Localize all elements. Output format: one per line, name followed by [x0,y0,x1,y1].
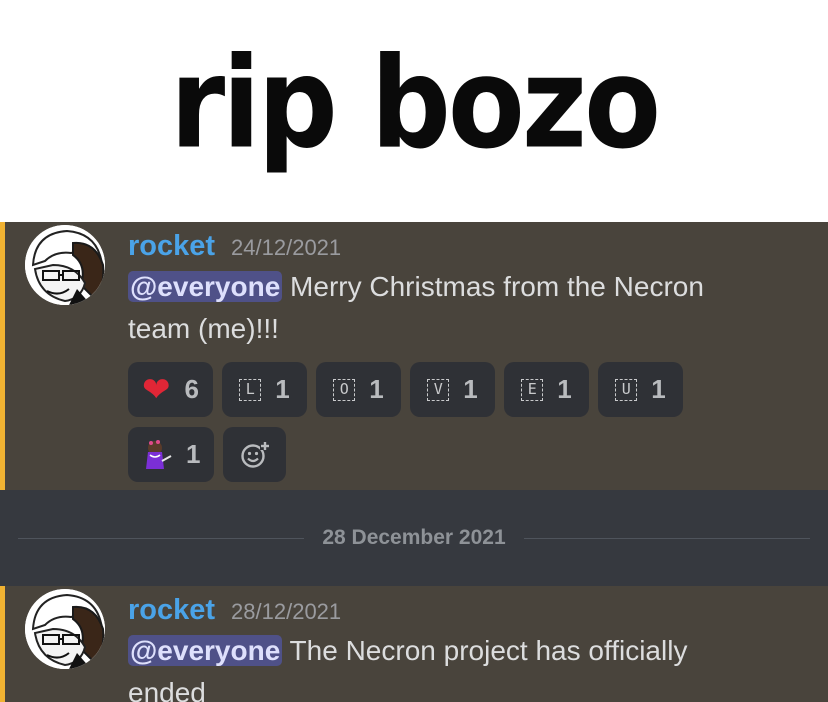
divider-line [523,538,810,539]
letter-l-icon: L [239,378,262,401]
date-divider: 28 December 2021 [18,526,810,550]
username[interactable]: rocket [128,230,215,263]
reaction-count: 1 [275,374,290,404]
message-content: @everyone Merry Christmas from the Necro… [128,266,768,350]
avatar[interactable] [25,589,105,669]
reaction-heart[interactable]: ❤ 6 [128,362,213,417]
message-highlighted[interactable]: rocket 24/12/2021 @everyone Merry Christ… [0,222,828,490]
date-divider-label: 28 December 2021 [304,526,524,550]
reaction-count: 1 [463,374,478,404]
username[interactable]: rocket [128,594,215,627]
timestamp: 24/12/2021 [231,235,342,260]
reaction-letter-v[interactable]: V 1 [410,362,495,417]
message-header: rocket 24/12/2021 [128,230,341,263]
avatar-drawing [25,589,105,669]
reaction-letter-o[interactable]: O 1 [316,362,401,417]
avatar[interactable] [25,225,105,305]
letter-u-icon: U [615,378,638,401]
reaction-letter-l[interactable]: L 1 [222,362,307,417]
timestamp: 28/12/2021 [231,599,342,624]
reaction-count: 1 [557,374,572,404]
reaction-count: 1 [651,374,666,404]
reaction-count: 6 [184,374,199,404]
message-header: rocket 28/12/2021 [128,594,341,627]
mention-everyone[interactable]: @everyone [128,271,283,302]
reaction-count: 1 [369,374,384,404]
add-reaction-icon [241,440,270,468]
letter-e-icon: E [521,378,544,401]
caption-text: rip bozo [169,31,661,177]
meme-caption: rip bozo [0,0,828,222]
reactions-bar: ❤ 6 L 1 O 1 V 1 E 1 U 1 1 [128,362,768,482]
add-reaction-button[interactable] [223,427,287,482]
letter-v-icon: V [427,378,450,401]
divider-line [18,538,305,539]
message-content: @everyone The Necron project has officia… [128,630,768,702]
mention-everyone[interactable]: @everyone [128,635,283,666]
reaction-letter-u[interactable]: U 1 [598,362,683,417]
reaction-count: 1 [186,439,201,469]
heart-icon: ❤ [142,370,171,409]
custom-character-emoji-icon [146,439,172,469]
reaction-letter-e[interactable]: E 1 [504,362,589,417]
chat-pane: rocket 24/12/2021 @everyone Merry Christ… [0,222,828,702]
letter-o-icon: O [333,378,356,401]
reaction-custom[interactable]: 1 [128,427,215,482]
message-highlighted[interactable]: rocket 28/12/2021 @everyone The Necron p… [0,586,828,702]
avatar-drawing [25,225,105,305]
